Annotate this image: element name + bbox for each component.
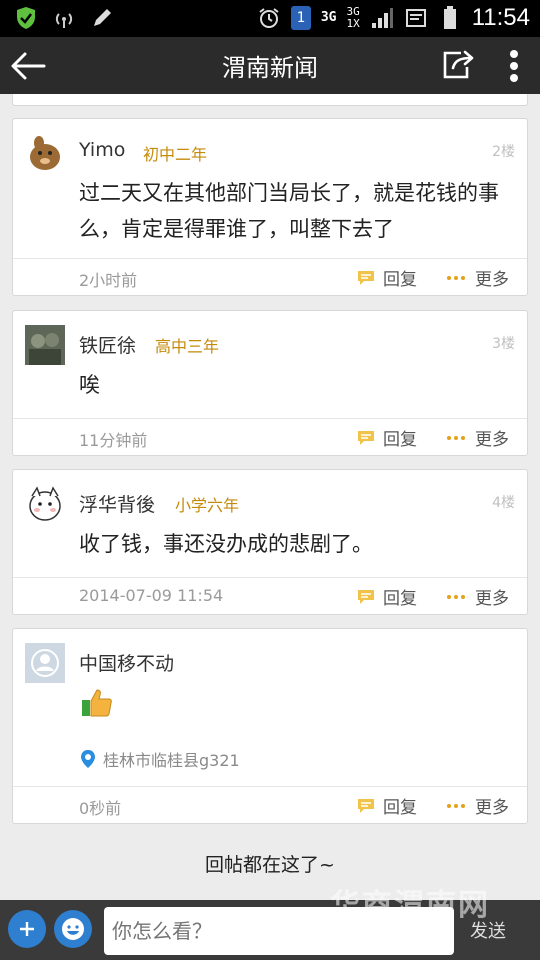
share-button[interactable] [440,49,476,81]
more-vertical-icon [510,50,518,82]
comment-card: 中国移不动 桂林市临桂县g321 0秒前 回复 更多 [12,628,528,824]
more-actions-button[interactable]: 更多 [447,793,509,818]
end-of-comments-text: 回帖都在这了~ [205,854,335,876]
more-dots-icon [447,803,465,808]
reply-button[interactable]: 回复 [357,793,417,818]
cartoon-avatar-icon [30,136,60,170]
default-user-avatar-icon [25,643,65,683]
reply-button[interactable]: 回复 [357,265,417,290]
user-level: 小学六年 [175,496,240,515]
comment-author[interactable]: 中国移不动 [79,649,174,676]
comment-card: 浮华背後 小学六年 4楼 收了钱，事还没办成的悲剧了。 2014-07-09 1… [12,469,528,615]
comment-time: 0秒前 [79,799,122,818]
comment-time: 2小时前 [79,271,138,290]
comment-author[interactable]: 铁匠徐 [79,331,136,358]
battery-icon [438,6,462,30]
comment-text: 收了钱，事还没办成的悲剧了。 [79,532,373,556]
signal-bars-icon [370,6,394,30]
user-level: 初中二年 [143,145,208,164]
comment-author[interactable]: 浮华背後 [79,490,155,517]
comment-card: Yimo 初中二年 2楼 过二天又在其他部门当局长了，就是花钱的事么，肯定是得罪… [12,118,528,296]
comment-footer: 2小时前 回复 更多 [13,258,527,295]
signal-3g: 3G [320,10,337,25]
reply-button[interactable]: 回复 [357,584,417,609]
clock: 11:54 [471,4,530,31]
photo-avatar-icon [25,325,65,365]
more-label: 更多 [475,589,509,609]
overflow-menu-button[interactable] [502,49,526,83]
floor-number: 3楼 [492,336,515,352]
add-attachment-button[interactable] [8,910,46,948]
floor-number: 2楼 [492,144,515,160]
sim-card-icon: 1 [290,6,311,30]
comment-footer: 0秒前 回复 更多 [13,786,527,823]
avatar[interactable] [25,643,65,683]
user-level: 高中三年 [155,337,220,356]
location-tag[interactable]: 桂林市临桂县g321 [79,747,240,771]
shield-icon [14,6,38,30]
sms-icon [404,6,428,30]
reply-label: 回复 [383,270,417,290]
more-label: 更多 [475,430,509,450]
status-bar: 1 3G 3G 1X 11:54 [0,0,540,37]
page-title: 渭南新闻 [222,54,318,82]
comment-time: 2014-07-09 11:54 [79,586,224,605]
reply-icon [358,589,374,604]
app-bar: 渭南新闻 [0,37,540,94]
network-sub-label: 1X [346,17,360,30]
network-label-left: 3G [320,10,337,25]
reply-label: 回复 [383,589,417,609]
reply-icon [358,270,374,285]
wifi-hotspot-icon [52,6,76,30]
floor-number: 4楼 [492,495,515,511]
location-pin-icon [81,750,95,768]
comment-emoji [79,685,519,732]
reply-icon [358,430,374,445]
comment-text: 过二天又在其他部门当局长了，就是花钱的事么，肯定是得罪谁了，叫整下去了 [79,181,499,241]
reply-label: 回复 [383,798,417,818]
comment-footer: 2014-07-09 11:54 回复 更多 [13,577,527,614]
more-dots-icon [447,435,465,440]
comment-time: 11分钟前 [79,431,148,450]
smiley-icon [62,918,84,940]
plus-icon [20,922,34,936]
share-icon [443,50,474,79]
comment-card: 铁匠徐 高中三年 3楼 唉 11分钟前 回复 更多 [12,310,528,456]
comment-author[interactable]: Yimo [79,139,125,161]
more-label: 更多 [475,798,509,818]
reply-icon [358,798,374,813]
emoji-button[interactable] [54,910,92,948]
signal-3g-1x: 3G 1X [346,6,359,30]
more-dots-icon [447,275,465,280]
alarm-icon [257,6,281,30]
sim-number: 1 [296,10,306,26]
avatar[interactable] [25,133,65,173]
reply-label: 回复 [383,430,417,450]
comment-footer: 11分钟前 回复 更多 [13,418,527,455]
pencil-icon [90,6,114,30]
avatar[interactable] [25,325,65,365]
thumbs-up-icon [82,689,112,717]
more-label: 更多 [475,270,509,290]
more-actions-button[interactable]: 更多 [447,425,509,450]
more-dots-icon [447,594,465,599]
more-actions-button[interactable]: 更多 [447,265,509,290]
back-arrow-icon [11,52,46,80]
site-watermark: 华商渭南网 [330,888,490,923]
comment-feed[interactable]: Yimo 初中二年 2楼 过二天又在其他部门当局长了，就是花钱的事么，肯定是得罪… [0,94,540,900]
reply-button[interactable]: 回复 [357,425,417,450]
back-button[interactable] [10,49,50,83]
avatar[interactable] [25,484,65,524]
location-text: 桂林市临桂县g321 [103,751,240,770]
comment-text: 唉 [79,373,100,397]
previous-comment-card [12,94,528,106]
cartoon-avatar-icon [29,486,61,521]
more-actions-button[interactable]: 更多 [447,584,509,609]
